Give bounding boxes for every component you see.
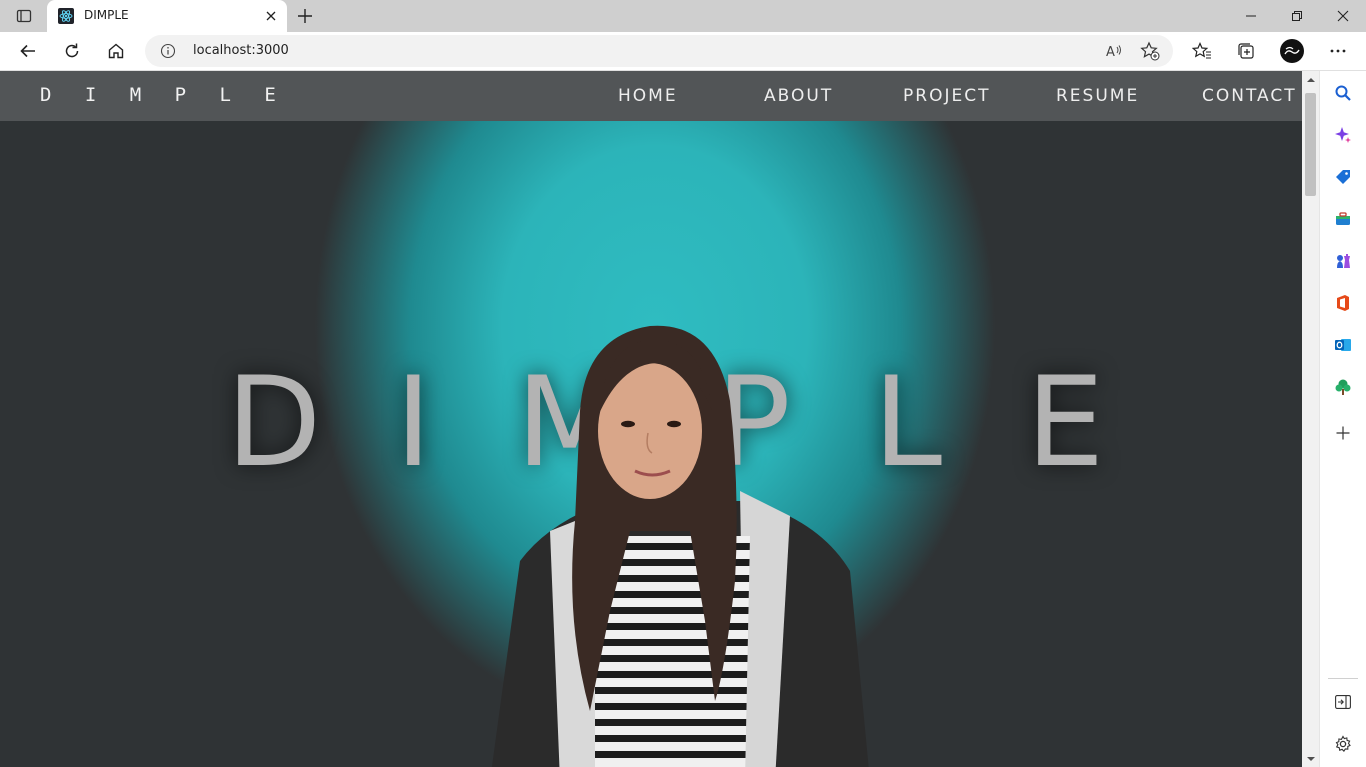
profile-avatar[interactable] xyxy=(1280,39,1304,63)
browser-toolbar: localhost:3000 A xyxy=(0,32,1366,71)
close-icon xyxy=(1337,10,1349,22)
browser-sidebar xyxy=(1319,71,1366,767)
caret-down-icon xyxy=(1306,756,1315,761)
sidebar-shopping-button[interactable] xyxy=(1331,165,1355,189)
page-viewport: D I M P L E HOME ABOUT PROJECT RESUME CO… xyxy=(0,71,1302,767)
add-icon xyxy=(1336,426,1350,440)
svg-text:A: A xyxy=(1106,45,1115,59)
scroll-down-arrow[interactable] xyxy=(1302,750,1319,767)
nav-link-project[interactable]: PROJECT xyxy=(903,86,990,106)
refresh-button[interactable] xyxy=(56,36,88,66)
sidebar-tools-button[interactable] xyxy=(1331,207,1355,231)
add-favorite-icon xyxy=(1140,41,1160,61)
hero-letter: D xyxy=(226,351,322,495)
more-icon xyxy=(1330,49,1346,53)
minimize-icon xyxy=(1246,15,1256,17)
caret-up-icon xyxy=(1306,77,1315,82)
scroll-thumb[interactable] xyxy=(1305,93,1316,196)
sidebar-search-button[interactable] xyxy=(1331,81,1355,105)
new-tab-button[interactable] xyxy=(293,4,317,28)
react-icon xyxy=(58,8,74,24)
search-icon xyxy=(1335,85,1351,101)
back-button[interactable] xyxy=(12,36,44,66)
toolbox-icon xyxy=(1336,212,1350,225)
tree-icon xyxy=(1335,379,1351,395)
back-icon xyxy=(20,44,35,58)
hero-letter: L xyxy=(873,351,943,495)
favorites-icon xyxy=(1192,42,1211,59)
nav-link-about[interactable]: ABOUT xyxy=(764,86,833,106)
read-aloud-icon: A xyxy=(1106,45,1121,59)
browser-tab[interactable]: DIMPLE xyxy=(47,0,287,32)
add-favorite-button[interactable] xyxy=(1139,40,1161,62)
site-brand[interactable]: D I M P L E xyxy=(40,84,287,106)
read-aloud-button[interactable]: A xyxy=(1103,40,1125,62)
sidebar-outlook-button[interactable] xyxy=(1331,333,1355,357)
minimize-button[interactable] xyxy=(1228,0,1274,32)
nav-link-contact[interactable]: CONTACT xyxy=(1202,86,1297,106)
sidebar-office-button[interactable] xyxy=(1331,291,1355,315)
hero-portrait-image xyxy=(491,325,869,767)
favorites-button[interactable] xyxy=(1186,36,1218,66)
close-icon xyxy=(266,11,276,21)
url-text[interactable]: localhost:3000 xyxy=(193,43,289,58)
restore-button[interactable] xyxy=(1274,0,1320,32)
office-icon xyxy=(1337,295,1349,311)
sidebar-divider xyxy=(1328,678,1358,679)
tab-title: DIMPLE xyxy=(84,8,129,22)
close-window-button[interactable] xyxy=(1320,0,1366,32)
more-button[interactable] xyxy=(1322,36,1354,66)
shopping-tag-icon xyxy=(1336,170,1350,184)
profile-icon xyxy=(1284,46,1300,55)
copilot-icon xyxy=(1335,127,1351,143)
home-icon xyxy=(108,43,124,59)
sidebar-tree-button[interactable] xyxy=(1331,375,1355,399)
settings-button[interactable] xyxy=(1331,732,1355,756)
plus-icon xyxy=(298,9,312,23)
hero-letter: I xyxy=(395,351,432,495)
sidebar-add-button[interactable] xyxy=(1331,421,1355,445)
refresh-icon xyxy=(65,43,79,58)
hide-sidebar-icon xyxy=(1335,695,1351,709)
chess-piece-icon xyxy=(1337,254,1350,268)
nav-link-resume[interactable]: RESUME xyxy=(1056,86,1139,106)
nav-link-home[interactable]: HOME xyxy=(618,86,678,106)
site-info-button[interactable] xyxy=(159,42,177,60)
tab-actions-button[interactable] xyxy=(8,4,40,28)
sidebar-games-button[interactable] xyxy=(1331,249,1355,273)
tab-close-button[interactable] xyxy=(263,8,279,24)
gear-icon xyxy=(1335,735,1351,752)
browser-titlebar: DIMPLE xyxy=(0,0,1366,32)
outlook-icon xyxy=(1335,339,1351,351)
site-navbar: D I M P L E HOME ABOUT PROJECT RESUME CO… xyxy=(0,71,1302,121)
sidebar-copilot-button[interactable] xyxy=(1331,123,1355,147)
scroll-up-arrow[interactable] xyxy=(1302,71,1319,88)
address-bar[interactable]: localhost:3000 A xyxy=(145,35,1173,67)
page-scrollbar[interactable] xyxy=(1302,71,1319,767)
hero-letter: E xyxy=(1026,351,1105,495)
home-button[interactable] xyxy=(100,36,132,66)
collections-button[interactable] xyxy=(1230,36,1262,66)
restore-icon xyxy=(1292,11,1302,21)
info-icon xyxy=(160,43,176,59)
hide-sidebar-button[interactable] xyxy=(1331,690,1355,714)
tab-actions-icon xyxy=(16,9,32,23)
collections-icon xyxy=(1238,43,1254,59)
